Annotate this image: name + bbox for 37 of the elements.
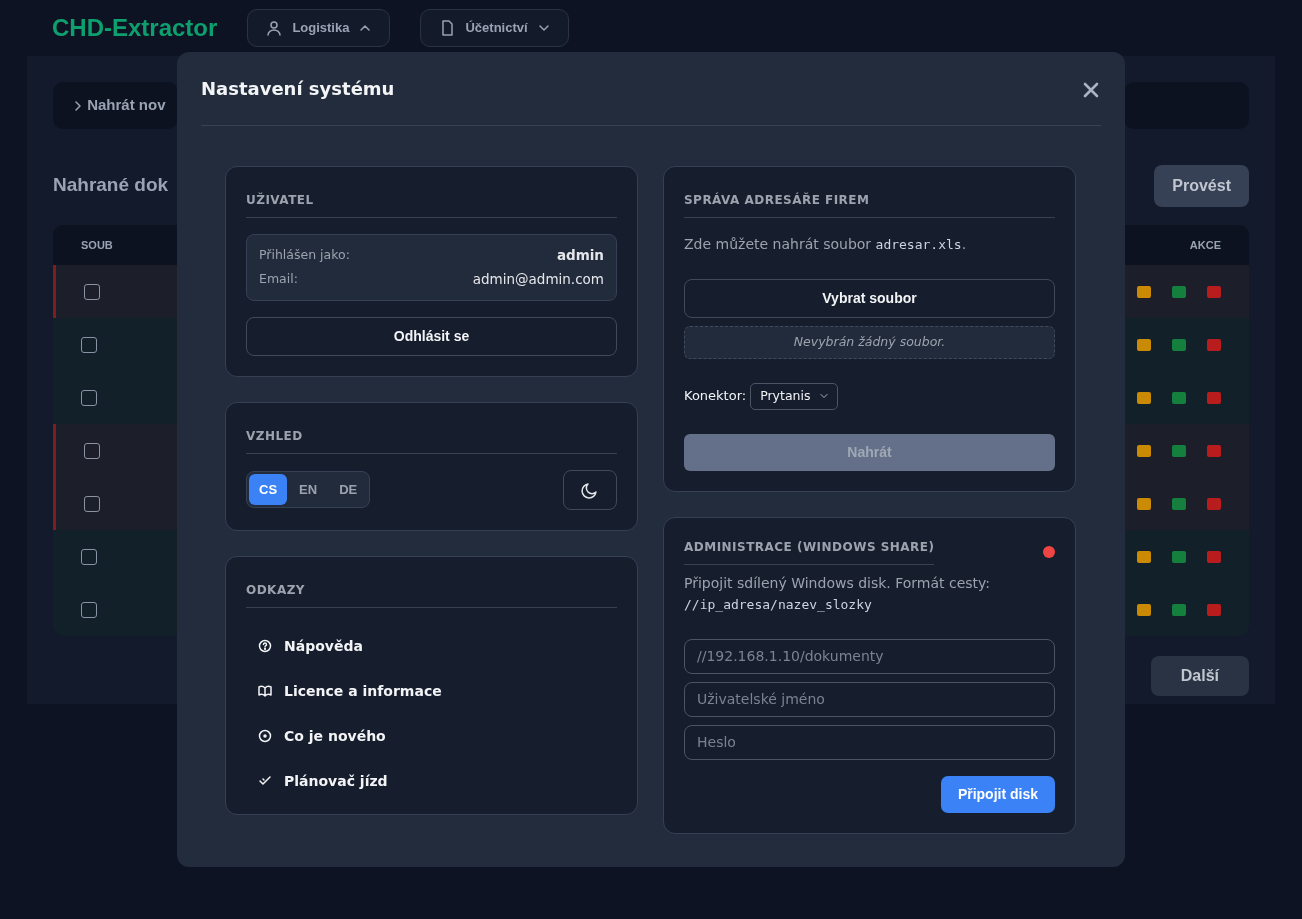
input-field[interactable]: Uživatelské jméno [684, 681, 1055, 717]
column-header: AKCE [1189, 237, 1221, 253]
choose-file-button[interactable]: Vybrat soubor [684, 279, 1055, 318]
language-option[interactable]: CS [249, 473, 288, 506]
connector-label: Konektor: [684, 387, 747, 406]
info-label: Email: [259, 270, 298, 288]
section-title: Nahrané dok [53, 173, 169, 198]
link-item[interactable]: Co je nového [246, 713, 617, 759]
language-option[interactable]: EN [289, 473, 328, 506]
link-item[interactable]: Nápověda [246, 623, 617, 669]
card-heading: VZHLED [246, 426, 617, 454]
info-value: admin [556, 246, 604, 265]
logout-button[interactable]: Odhlásit se [246, 316, 617, 356]
upload-panel[interactable]: Nahrát nov [53, 82, 178, 129]
card-heading: ADMINISTRACE (WINDOWS SHARE) [684, 537, 935, 565]
connector-select[interactable]: Prytanis [750, 382, 839, 410]
next-button[interactable]: Další [1150, 656, 1249, 696]
nav-menu[interactable]: Logistika [247, 9, 391, 47]
input-field[interactable]: //192.168.1.10/dokumenty [684, 638, 1055, 674]
card-heading: ODKAZY [246, 580, 617, 608]
link-item[interactable]: Licence a informace [246, 668, 617, 714]
description-text: Zde můžete nahrát soubor adresar.xls. [684, 235, 968, 254]
file-status: Nevybrán žádný soubor. [684, 326, 1055, 359]
dialog-title: Nastavení systému [201, 77, 395, 100]
link-item[interactable]: Plánovač jízd [246, 758, 617, 804]
nav-menu[interactable]: Účetnictví [420, 9, 569, 47]
connect-button[interactable]: Připojit disk [940, 775, 1055, 813]
language-option[interactable]: DE [329, 473, 368, 506]
description-text: Připojit sdílený Windows disk. Formát cesty: //ip_adresa/nazev_slozky [684, 573, 992, 614]
app-logo: CHD-Extractor [52, 13, 218, 43]
column-header: SOUB [81, 237, 113, 253]
execute-button[interactable]: Provést [1154, 164, 1249, 207]
card-heading: UŽIVATEL [246, 191, 617, 218]
info-value: admin@admin.com [472, 270, 604, 290]
card-heading: SPRÁVA ADRESÁŘE FIREM [684, 191, 1055, 218]
info-label: Přihlášen jako: [259, 245, 350, 264]
input-field[interactable]: Heslo [684, 724, 1055, 760]
